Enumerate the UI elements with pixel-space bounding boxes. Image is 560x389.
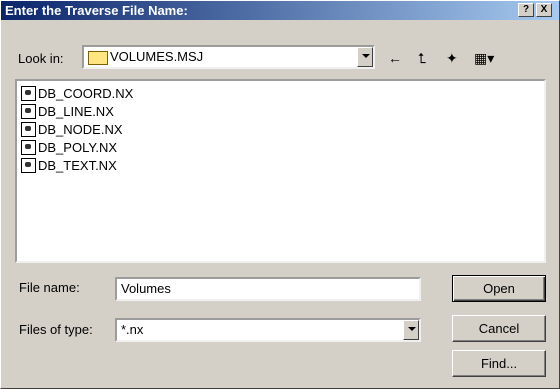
window-title: Enter the Traverse File Name: <box>5 3 188 18</box>
open-button[interactable]: Open <box>452 275 546 302</box>
file-name-label: File name: <box>19 280 80 295</box>
file-list[interactable]: DB_COORD.NX DB_LINE.NX DB_NODE.NX DB_POL… <box>15 79 546 263</box>
file-icon <box>21 86 36 102</box>
file-icon <box>21 122 36 138</box>
back-icon[interactable]: ← <box>388 49 402 67</box>
file-name-input[interactable]: Volumes <box>115 277 421 301</box>
list-item[interactable]: DB_LINE.NX <box>21 103 114 120</box>
look-in-select[interactable]: VOLUMES.MSJ <box>82 45 375 69</box>
look-in-label: Look in: <box>18 51 64 66</box>
file-type-select[interactable]: *.nx <box>115 318 421 342</box>
look-in-value: VOLUMES.MSJ <box>110 49 204 64</box>
list-item[interactable]: DB_TEXT.NX <box>21 157 117 174</box>
look-in-dropdown-button[interactable] <box>357 47 373 67</box>
file-name-value: Volumes <box>121 281 171 296</box>
file-type-dropdown-button[interactable] <box>403 320 419 340</box>
title-bar: Enter the Traverse File Name: ? X <box>1 1 559 20</box>
find-button[interactable]: Find... <box>452 350 546 377</box>
close-button[interactable]: X <box>536 3 552 17</box>
file-dialog: Enter the Traverse File Name: ? X Look i… <box>0 0 560 389</box>
file-type-label: Files of type: <box>19 322 93 337</box>
file-icon <box>21 158 36 174</box>
list-item[interactable]: DB_COORD.NX <box>21 85 133 102</box>
list-item[interactable]: DB_NODE.NX <box>21 121 123 138</box>
file-type-value: *.nx <box>121 322 144 337</box>
list-item[interactable]: DB_POLY.NX <box>21 139 117 156</box>
file-icon <box>21 104 36 120</box>
help-button[interactable]: ? <box>518 3 534 17</box>
view-menu-icon[interactable]: ▦▾ <box>474 49 494 67</box>
up-folder-icon[interactable]: ⮤ <box>418 49 426 67</box>
folder-icon <box>88 51 108 65</box>
file-icon <box>21 140 36 156</box>
cancel-button[interactable]: Cancel <box>452 315 546 342</box>
new-folder-icon[interactable]: ✦ <box>446 49 458 67</box>
